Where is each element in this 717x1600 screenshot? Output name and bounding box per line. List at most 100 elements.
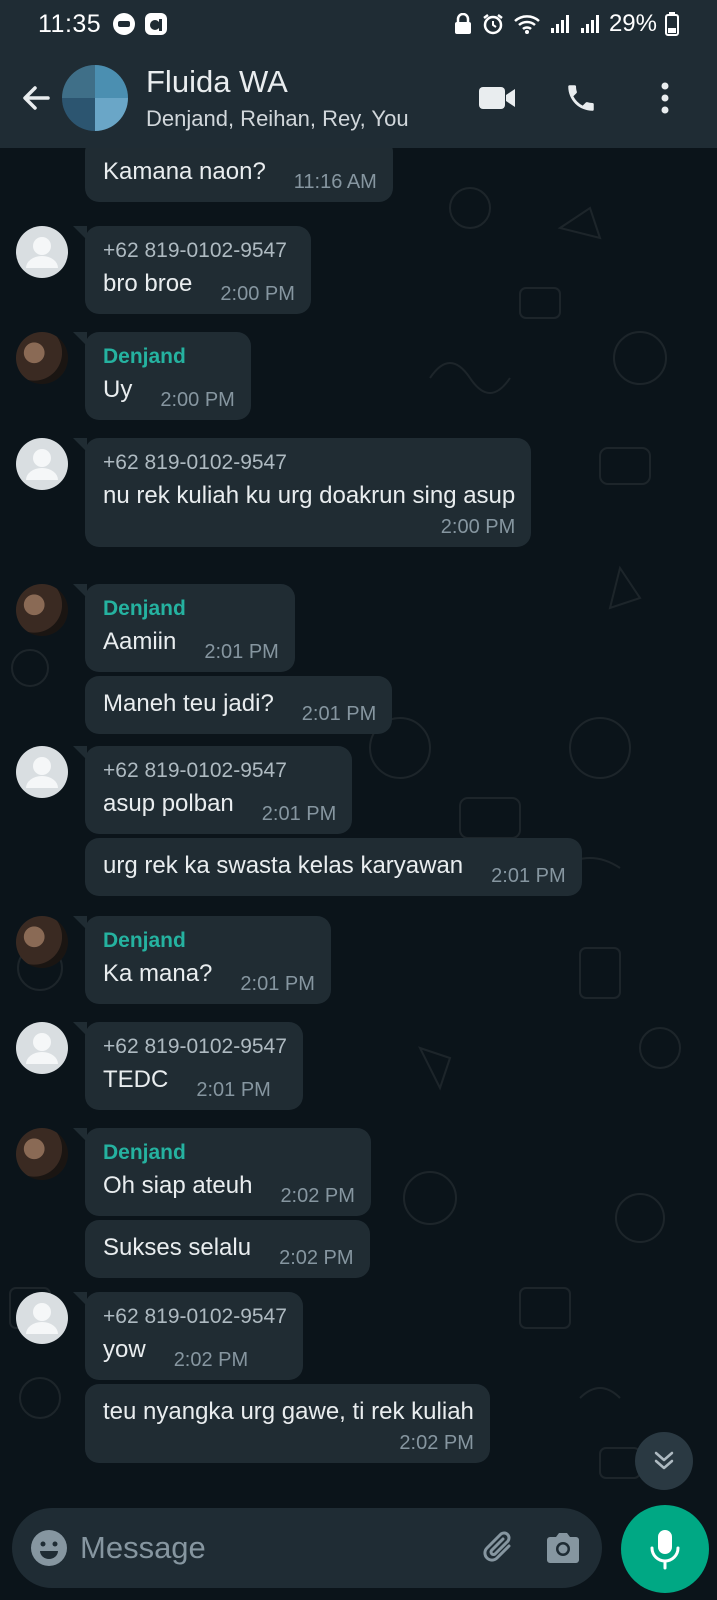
avatar[interactable]	[16, 226, 68, 278]
message-text: Maneh teu jadi?	[103, 690, 274, 717]
message-text: Ka mana?	[103, 960, 213, 987]
message-text: Aamiin	[103, 628, 177, 655]
message-bubble[interactable]: +62 819-0102-9547 asup polban 2:01 PM	[72, 746, 353, 834]
message-text: Oh siap ateuh	[103, 1172, 253, 1199]
avatar[interactable]	[16, 916, 68, 968]
alarm-icon	[483, 14, 503, 35]
phone-icon	[568, 85, 594, 111]
lock-icon	[454, 13, 471, 34]
mic-icon	[650, 1530, 680, 1570]
message-text: Sukses selalu	[103, 1234, 252, 1261]
message-sender: Denjand	[103, 1141, 186, 1164]
status-notification-icons	[111, 11, 169, 37]
message-text: Uy	[103, 376, 133, 403]
message-bubble[interactable]: +62 819-0102-9547 nu rek kuliah ku urg d…	[72, 438, 532, 547]
avatar[interactable]	[16, 584, 68, 636]
message-time: 2:00 PM	[160, 389, 235, 411]
message-text: Kamana naon?	[103, 158, 266, 185]
group-info[interactable]: Fluida WA Denjand, Reihan, Rey, You	[146, 64, 409, 132]
message-sender: +62 819-0102-9547	[103, 451, 287, 474]
composer-bar	[0, 1496, 717, 1600]
message-time: 2:02 PM	[173, 1349, 249, 1371]
message-text: asup polban	[103, 790, 234, 817]
group-members: Denjand, Reihan, Rey, You	[146, 106, 409, 131]
message-sender: +62 819-0102-9547	[103, 759, 287, 782]
message-sender: Denjand	[103, 345, 186, 368]
message-list[interactable]: Kamana naon? 11:16 AM +62 819-0102-9547 …	[0, 148, 717, 1496]
avatar[interactable]	[16, 332, 68, 384]
more-vert-icon	[661, 82, 669, 114]
default-user-icon	[26, 757, 58, 788]
emoji-button[interactable]	[28, 1520, 70, 1576]
signal-icon-2	[580, 15, 599, 33]
messenger-notification-icon	[113, 13, 136, 35]
default-user-icon	[26, 1033, 58, 1064]
message-time: 2:01 PM	[196, 1079, 271, 1101]
message-bubble[interactable]: +62 819-0102-9547 yow 2:02 PM	[73, 1292, 303, 1380]
avatar[interactable]	[16, 1292, 68, 1344]
chat-header: Fluida WA Denjand, Reihan, Rey, You	[0, 48, 717, 148]
battery-icon	[665, 12, 679, 36]
message-text: TEDC	[103, 1066, 169, 1093]
message-time: 2:00 PM	[220, 283, 295, 305]
default-user-icon	[26, 449, 58, 480]
avatar[interactable]	[16, 1128, 68, 1180]
message-sender: +62 819-0102-9547	[103, 239, 287, 262]
attach-button[interactable]	[479, 1520, 519, 1576]
message-time: 2:02 PM	[280, 1185, 355, 1207]
message-bubble[interactable]: Denjand Ka mana? 2:01 PM	[73, 916, 331, 1004]
camera-button[interactable]	[543, 1520, 583, 1576]
message-bubble[interactable]: Sukses selalu 2:02 PM	[85, 1220, 370, 1278]
status-bar: 11:35 29%	[0, 0, 717, 48]
message-time: 2:01 PM	[491, 865, 566, 887]
group-avatar[interactable]	[62, 65, 128, 131]
message-text: yow	[103, 1336, 146, 1363]
camera-icon	[547, 1533, 579, 1563]
video-call-icon	[479, 87, 515, 109]
scroll-to-bottom-button[interactable]	[635, 1432, 693, 1490]
message-sender: Denjand	[103, 929, 186, 952]
message-bubble[interactable]: Kamana naon? 11:16 AM	[85, 148, 393, 202]
message-input[interactable]	[80, 1520, 479, 1576]
default-user-icon	[26, 1303, 58, 1334]
message-sender: +62 819-0102-9547	[103, 1035, 287, 1058]
back-button[interactable]	[6, 68, 66, 128]
message-bubble[interactable]: Denjand Uy 2:00 PM	[73, 332, 251, 420]
header-actions	[443, 68, 695, 128]
message-bubble[interactable]: urg rek ka swasta kelas karyawan 2:01 PM	[85, 838, 582, 896]
message-time: 2:01 PM	[204, 641, 279, 663]
app-notification-icon	[145, 13, 168, 35]
message-sender: +62 819-0102-9547	[103, 1305, 287, 1328]
message-time: 11:16 AM	[293, 171, 377, 193]
avatar[interactable]	[16, 438, 68, 490]
attach-icon	[483, 1531, 511, 1562]
message-bubble[interactable]: Maneh teu jadi? 2:01 PM	[85, 676, 393, 734]
message-time: 2:01 PM	[261, 803, 337, 825]
video-call-button[interactable]	[467, 68, 527, 128]
chevron-double-down-icon	[654, 1451, 674, 1470]
message-bubble[interactable]: +62 819-0102-9547 bro broe 2:00 PM	[73, 226, 311, 314]
status-right-group: 29%	[453, 10, 679, 38]
status-time: 11:35	[38, 9, 102, 38]
signal-icon-1	[550, 15, 569, 33]
more-options-button[interactable]	[635, 68, 695, 128]
message-bubble[interactable]: Denjand Oh siap ateuh 2:02 PM	[73, 1128, 371, 1216]
battery-percent: 29%	[608, 10, 657, 37]
avatar[interactable]	[16, 1022, 68, 1074]
wifi-icon	[514, 15, 540, 34]
message-bubble[interactable]: teu nyangka urg gawe, ti rek kuliah 2:02…	[85, 1384, 490, 1463]
message-sender: Denjand	[103, 597, 186, 620]
message-text: teu nyangka urg gawe, ti rek kuliah	[103, 1398, 474, 1425]
composer-pill	[12, 1508, 602, 1588]
back-arrow-icon	[23, 86, 50, 110]
message-bubble[interactable]: Denjand Aamiin 2:01 PM	[73, 584, 295, 672]
avatar[interactable]	[16, 746, 68, 798]
message-time: 2:00 PM	[440, 516, 516, 538]
message-text: nu rek kuliah ku urg doakrun sing asup	[103, 482, 516, 509]
message-time: 2:02 PM	[279, 1247, 354, 1269]
message-bubble[interactable]: +62 819-0102-9547 TEDC 2:01 PM	[73, 1022, 303, 1110]
voice-message-button[interactable]	[621, 1505, 709, 1593]
message-text: bro broe	[103, 270, 193, 297]
emoji-icon	[31, 1530, 67, 1566]
voice-call-button[interactable]	[551, 68, 611, 128]
